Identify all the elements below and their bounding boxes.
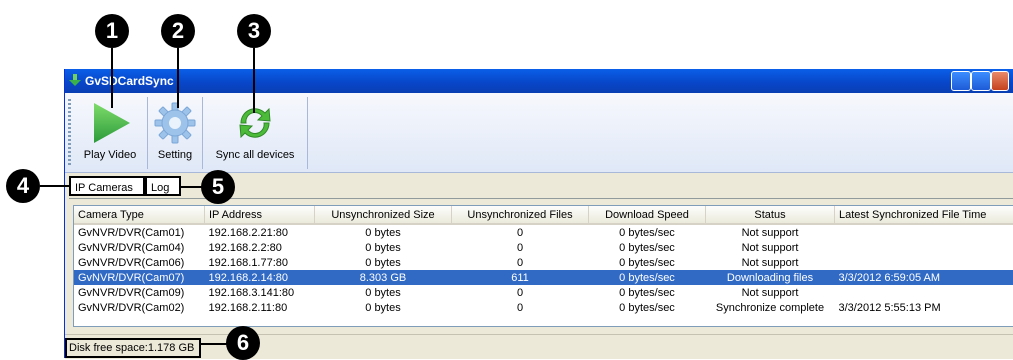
table-row[interactable]: GvNVR/DVR(Cam09) 192.168.3.141:80 0 byte… (74, 285, 1013, 300)
cell-ip-address: 192.168.3.141:80 (205, 285, 315, 300)
toolbar: Play Video Setting Sync all devices (65, 93, 1013, 173)
column-header-ip-address[interactable]: IP Address (205, 206, 315, 224)
setting-label: Setting (148, 149, 202, 161)
setting-button[interactable]: Setting (148, 97, 203, 169)
cell-unsync-size: 8.303 GB (315, 270, 452, 285)
disk-free-space: Disk free space:1.178 GB (65, 338, 201, 358)
cell-ip-address: 192.168.2.14:80 (205, 270, 315, 285)
callout-2-line (177, 48, 179, 108)
cell-latest-sync-time (835, 224, 1013, 240)
cell-camera-type: GvNVR/DVR(Cam02) (74, 300, 205, 315)
cell-download-speed: 0 bytes/sec (589, 285, 706, 300)
cell-unsync-files: 611 (452, 270, 589, 285)
cell-unsync-files: 0 (452, 255, 589, 270)
cell-latest-sync-time (835, 240, 1013, 255)
cell-camera-type: GvNVR/DVR(Cam07) (74, 270, 205, 285)
minimize-button[interactable] (951, 71, 971, 91)
cell-unsync-files: 0 (452, 285, 589, 300)
gear-icon (153, 101, 197, 145)
cell-unsync-files: 0 (452, 240, 589, 255)
column-header-latest-sync-time[interactable]: Latest Synchronized File Time (835, 206, 1013, 224)
cell-ip-address: 192.168.2.21:80 (205, 224, 315, 240)
close-button[interactable] (991, 71, 1009, 91)
cell-download-speed: 0 bytes/sec (589, 270, 706, 285)
cell-download-speed: 0 bytes/sec (589, 255, 706, 270)
callout-5: 5 (201, 170, 235, 204)
toolbar-grip[interactable] (68, 99, 71, 165)
column-header-unsync-files[interactable]: Unsynchronized Files (452, 206, 589, 224)
callout-4: 4 (6, 169, 40, 203)
cell-unsync-size: 0 bytes (315, 240, 452, 255)
column-header-camera-type[interactable]: Camera Type (74, 206, 205, 224)
cell-status: Not support (706, 224, 835, 240)
callout-3: 3 (237, 14, 271, 48)
window-title: GvSDCardSync (85, 74, 174, 88)
cell-unsync-files: 0 (452, 224, 589, 240)
cell-unsync-size: 0 bytes (315, 224, 452, 240)
sync-all-devices-label: Sync all devices (203, 149, 307, 161)
cell-camera-type: GvNVR/DVR(Cam06) (74, 255, 205, 270)
camera-table: Camera Type IP Address Unsynchronized Si… (74, 206, 1013, 315)
cell-unsync-size: 0 bytes (315, 285, 452, 300)
cell-download-speed: 0 bytes/sec (589, 240, 706, 255)
title-bar[interactable]: GvSDCardSync (65, 69, 1013, 93)
app-window: GvSDCardSync Play Video (64, 69, 1013, 358)
camera-list[interactable]: Camera Type IP Address Unsynchronized Si… (73, 205, 1013, 327)
column-header-download-speed[interactable]: Download Speed (589, 206, 706, 224)
tab-ip-cameras[interactable]: IP Cameras (69, 176, 145, 196)
play-video-label: Play Video (73, 149, 147, 161)
tab-log[interactable]: Log (145, 176, 181, 196)
table-row[interactable]: GvNVR/DVR(Cam06) 192.168.1.77:80 0 bytes… (74, 255, 1013, 270)
cell-camera-type: GvNVR/DVR(Cam04) (74, 240, 205, 255)
cell-ip-address: 192.168.2.2:80 (205, 240, 315, 255)
status-bar: Disk free space:1.178 GB (65, 334, 1013, 359)
callout-6-line (200, 343, 227, 345)
column-header-unsync-size[interactable]: Unsynchronized Size (315, 206, 452, 224)
callout-2: 2 (161, 14, 195, 48)
cell-download-speed: 0 bytes/sec (589, 300, 706, 315)
cell-latest-sync-time (835, 285, 1013, 300)
cell-ip-address: 192.168.1.77:80 (205, 255, 315, 270)
cell-status: Not support (706, 255, 835, 270)
cell-camera-type: GvNVR/DVR(Cam09) (74, 285, 205, 300)
cell-unsync-files: 0 (452, 300, 589, 315)
table-row-selected[interactable]: GvNVR/DVR(Cam07) 192.168.2.14:80 8.303 G… (74, 270, 1013, 285)
maximize-button[interactable] (971, 71, 991, 91)
callout-3-line (253, 48, 255, 113)
app-download-icon (69, 74, 81, 87)
cell-status: Not support (706, 285, 835, 300)
table-header: Camera Type IP Address Unsynchronized Si… (74, 206, 1013, 224)
callout-1: 1 (95, 14, 129, 48)
table-row[interactable]: GvNVR/DVR(Cam02) 192.168.2.11:80 0 bytes… (74, 300, 1013, 315)
ip-cameras-panel: Camera Type IP Address Unsynchronized Si… (69, 198, 1013, 331)
table-row[interactable]: GvNVR/DVR(Cam01) 192.168.2.21:80 0 bytes… (74, 224, 1013, 240)
cell-latest-sync-time (835, 255, 1013, 270)
sync-all-devices-button[interactable]: Sync all devices (203, 97, 308, 169)
callout-4-line (40, 185, 70, 187)
cell-download-speed: 0 bytes/sec (589, 224, 706, 240)
cell-status: Not support (706, 240, 835, 255)
callout-6: 6 (226, 326, 260, 360)
cell-latest-sync-time: 3/3/2012 5:55:13 PM (835, 300, 1013, 315)
sync-icon (233, 101, 277, 145)
cell-status: Synchronize complete (706, 300, 835, 315)
cell-latest-sync-time: 3/3/2012 6:59:05 AM (835, 270, 1013, 285)
column-header-status[interactable]: Status (706, 206, 835, 224)
cell-ip-address: 192.168.2.11:80 (205, 300, 315, 315)
cell-unsync-size: 0 bytes (315, 255, 452, 270)
play-icon (88, 101, 132, 145)
callout-5-line (180, 186, 202, 188)
callout-1-line (111, 48, 113, 108)
cell-camera-type: GvNVR/DVR(Cam01) (74, 224, 205, 240)
table-row[interactable]: GvNVR/DVR(Cam04) 192.168.2.2:80 0 bytes … (74, 240, 1013, 255)
cell-status: Downloading files (706, 270, 835, 285)
cell-unsync-size: 0 bytes (315, 300, 452, 315)
